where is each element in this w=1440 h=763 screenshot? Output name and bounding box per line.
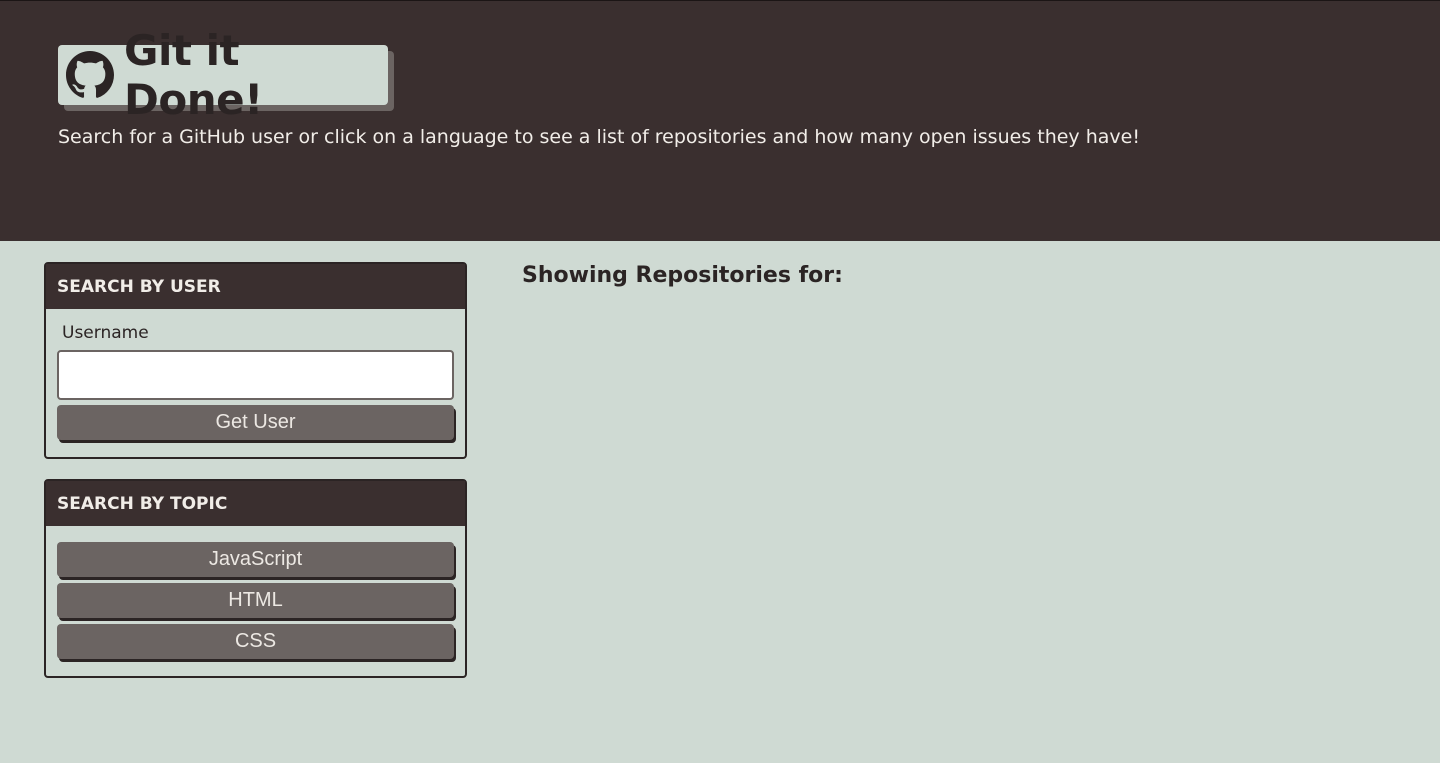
logo-badge: Git it Done!	[58, 26, 388, 124]
logo: Git it Done!	[58, 26, 394, 124]
app-title: Git it Done!	[124, 26, 263, 124]
github-octocat-icon	[66, 51, 114, 99]
javascript-topic-button[interactable]: JavaScript	[57, 542, 454, 577]
page-subtitle: Search for a GitHub user or click on a l…	[58, 126, 1140, 148]
css-topic-button[interactable]: CSS	[57, 624, 454, 659]
username-input[interactable]	[57, 350, 454, 400]
panel-title: SEARCH BY USER	[46, 264, 465, 309]
html-topic-button[interactable]: HTML	[57, 583, 454, 618]
search-by-topic-panel: SEARCH BY TOPIC JavaScript HTML CSS	[44, 479, 467, 678]
page-header: Git it Done! Search for a GitHub user or…	[0, 0, 1440, 241]
get-user-button[interactable]: Get User	[57, 405, 454, 440]
username-label: Username	[62, 323, 149, 343]
repositories-heading: Showing Repositories for:	[522, 263, 843, 288]
search-by-user-panel: SEARCH BY USER Username Get User	[44, 262, 467, 459]
panel-title: SEARCH BY TOPIC	[46, 481, 465, 526]
